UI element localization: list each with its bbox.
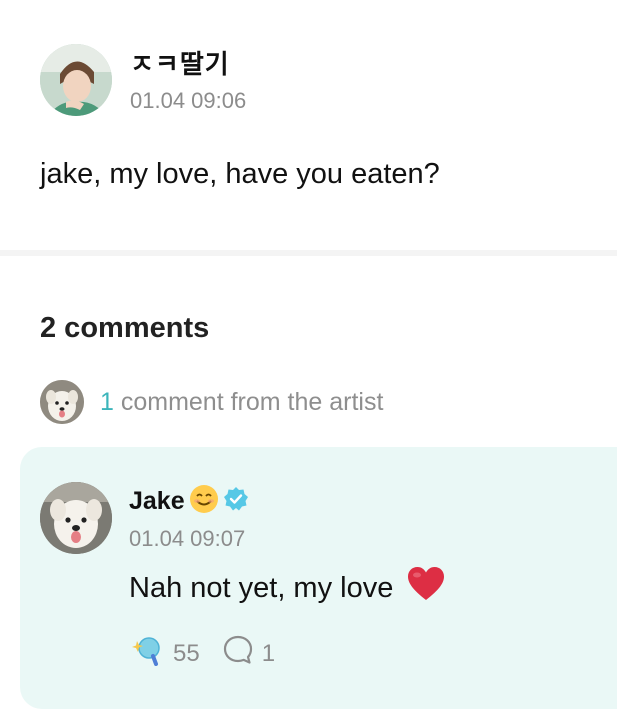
smiling-face-emoji-icon [189,484,219,519]
section-divider [0,250,617,256]
artist-comment-author[interactable]: Jake [129,487,185,516]
artist-comment-summary[interactable]: 1 comment from the artist [100,388,383,417]
artist-comment-timestamp: 01.04 09:07 [129,526,246,551]
artist-comment-text: Nah not yet, my love [129,571,394,604]
artist-avatar-small [40,380,84,424]
reply-count: 1 [261,639,276,667]
post-body-text: jake, my love, have you eaten? [40,158,440,190]
artist-comment-author-row: Jake [129,484,249,519]
artist-comment-body: Nah not yet, my love [129,566,445,610]
reaction-icon [129,634,165,673]
artist-comment-label: comment from the artist [113,388,384,416]
post-page: ㅈㅋ딸기 01.04 09:06 jake, my love, have you… [0,0,617,712]
red-heart-emoji-icon [407,566,445,610]
comments-count-heading: 2 comments [40,312,210,344]
reply-bubble-icon [222,634,254,673]
post-timestamp: 01.04 09:06 [130,88,247,113]
artist-comment-count: 1 [100,388,114,416]
reaction-button[interactable]: 55 [129,634,200,673]
verified-badge-icon [223,486,249,517]
artist-comment-avatar[interactable] [40,482,112,554]
reply-button[interactable]: 1 [222,634,275,673]
comment-actions: 55 1 [129,634,297,673]
post-author-name[interactable]: ㅈㅋ딸기 [130,44,230,81]
post-author-avatar[interactable] [40,44,112,116]
reaction-count: 55 [173,639,200,667]
